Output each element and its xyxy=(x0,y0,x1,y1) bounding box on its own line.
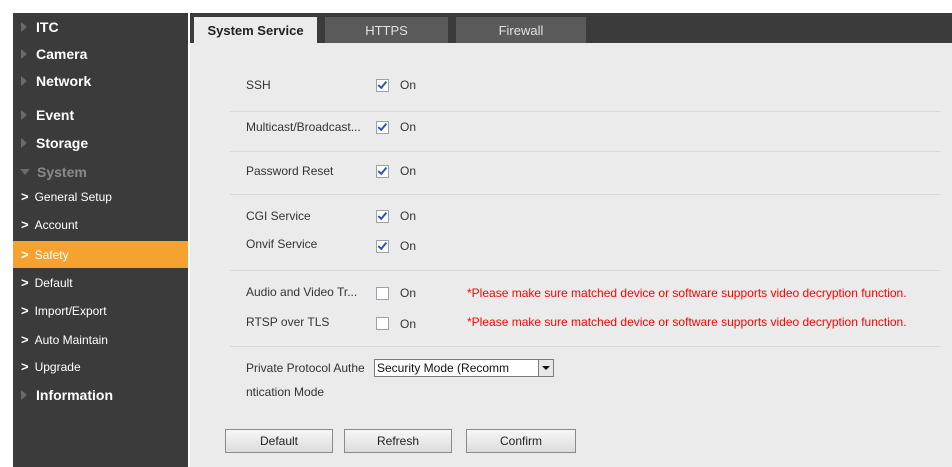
cgi-service-checkbox[interactable] xyxy=(376,210,389,223)
ssh-label: SSH xyxy=(246,78,271,92)
sidebar-menu: ITC Camera Network Event Storage System … xyxy=(13,13,188,467)
onvif-service-label: Onvif Service xyxy=(246,237,318,251)
menu-item-label: System xyxy=(37,163,87,180)
private-protocol-label-line1: Private Protocol Authe xyxy=(246,361,365,375)
chevron-right-icon: > xyxy=(21,303,29,318)
triangle-right-icon xyxy=(21,137,27,148)
submenu-item-label: Upgrade xyxy=(34,359,81,374)
av-transmission-label: Audio and Video Tr... xyxy=(246,285,358,299)
menu-item-label: Storage xyxy=(36,134,89,151)
menu-item-system[interactable]: System xyxy=(13,158,188,185)
av-transmission-on-label: On xyxy=(400,286,417,300)
triangle-right-icon xyxy=(21,48,27,59)
submenu-item-account[interactable]: > Account xyxy=(13,211,188,238)
triangle-right-icon xyxy=(21,109,27,120)
confirm-button[interactable]: Confirm xyxy=(466,429,576,453)
content-panel: System Service HTTPS Firewall SSH On Mul… xyxy=(190,13,952,467)
submenu-item-label: Safety xyxy=(34,247,69,262)
ssh-checkbox[interactable] xyxy=(376,79,389,92)
rtsp-tls-warning: *Please make sure matched device or soft… xyxy=(467,315,907,329)
rtsp-tls-checkbox[interactable] xyxy=(376,317,389,330)
multicast-on-label: On xyxy=(400,120,417,134)
menu-item-label: Camera xyxy=(36,45,88,62)
multicast-checkbox[interactable] xyxy=(376,121,389,134)
submenu-item-label: Default xyxy=(34,275,73,290)
divider xyxy=(230,111,940,112)
private-protocol-label-line2: ntication Mode xyxy=(246,385,325,399)
menu-item-network[interactable]: Network xyxy=(13,67,188,94)
private-protocol-selected-value: Security Mode (Recomm xyxy=(377,361,510,375)
dropdown-arrow-icon[interactable] xyxy=(538,360,553,376)
chevron-right-icon: > xyxy=(21,247,29,262)
submenu-item-label: Import/Export xyxy=(34,303,107,318)
private-protocol-select[interactable]: Security Mode (Recomm xyxy=(374,359,554,377)
menu-item-camera[interactable]: Camera xyxy=(13,40,188,67)
submenu-item-default[interactable]: > Default xyxy=(13,269,188,296)
tab-firewall[interactable]: Firewall xyxy=(456,17,586,43)
submenu-item-label: General Setup xyxy=(34,189,112,204)
tab-bar: System Service HTTPS Firewall xyxy=(190,13,952,43)
tab-system-service[interactable]: System Service xyxy=(194,17,317,43)
menu-item-storage[interactable]: Storage xyxy=(13,129,188,156)
submenu-item-upgrade[interactable]: > Upgrade xyxy=(13,353,188,380)
password-reset-checkbox[interactable] xyxy=(376,165,389,178)
onvif-service-on-label: On xyxy=(400,239,417,253)
chevron-right-icon: > xyxy=(21,275,29,290)
menu-item-label: Network xyxy=(36,72,92,89)
submenu-item-safety[interactable]: > Safety xyxy=(13,241,188,268)
av-transmission-checkbox[interactable] xyxy=(376,287,389,300)
menu-item-label: Event xyxy=(36,106,75,123)
divider xyxy=(230,194,940,195)
tab-https[interactable]: HTTPS xyxy=(325,17,448,43)
rtsp-tls-on-label: On xyxy=(400,317,417,331)
ssh-on-label: On xyxy=(400,78,417,92)
av-transmission-warning: *Please make sure matched device or soft… xyxy=(467,286,907,300)
submenu-item-label: Auto Maintain xyxy=(34,332,108,347)
menu-item-information[interactable]: Information xyxy=(13,381,188,408)
chevron-right-icon: > xyxy=(21,217,29,232)
menu-item-event[interactable]: Event xyxy=(13,101,188,128)
cgi-service-label: CGI Service xyxy=(246,209,311,223)
submenu-item-label: Account xyxy=(34,217,78,232)
chevron-right-icon: > xyxy=(21,332,29,347)
divider xyxy=(230,151,940,152)
submenu-item-general-setup[interactable]: > General Setup xyxy=(13,183,188,210)
password-reset-on-label: On xyxy=(400,164,417,178)
divider xyxy=(230,346,940,347)
submenu-item-auto-maintain[interactable]: > Auto Maintain xyxy=(13,326,188,353)
triangle-down-icon xyxy=(20,168,30,175)
onvif-service-checkbox[interactable] xyxy=(376,240,389,253)
divider xyxy=(230,270,940,271)
chevron-right-icon: > xyxy=(21,189,29,204)
menu-item-itc[interactable]: ITC xyxy=(13,13,188,40)
menu-item-label: ITC xyxy=(36,18,59,35)
triangle-right-icon xyxy=(21,389,27,400)
menu-item-label: Information xyxy=(36,386,113,403)
triangle-right-icon xyxy=(21,21,27,32)
multicast-label: Multicast/Broadcast... xyxy=(246,120,361,134)
triangle-right-icon xyxy=(21,75,27,86)
password-reset-label: Password Reset xyxy=(246,164,334,178)
chevron-right-icon: > xyxy=(21,359,29,374)
refresh-button[interactable]: Refresh xyxy=(344,429,452,453)
default-button[interactable]: Default xyxy=(225,429,333,453)
cgi-service-on-label: On xyxy=(400,209,417,223)
submenu-item-import-export[interactable]: > Import/Export xyxy=(13,297,188,324)
rtsp-tls-label: RTSP over TLS xyxy=(246,315,330,329)
